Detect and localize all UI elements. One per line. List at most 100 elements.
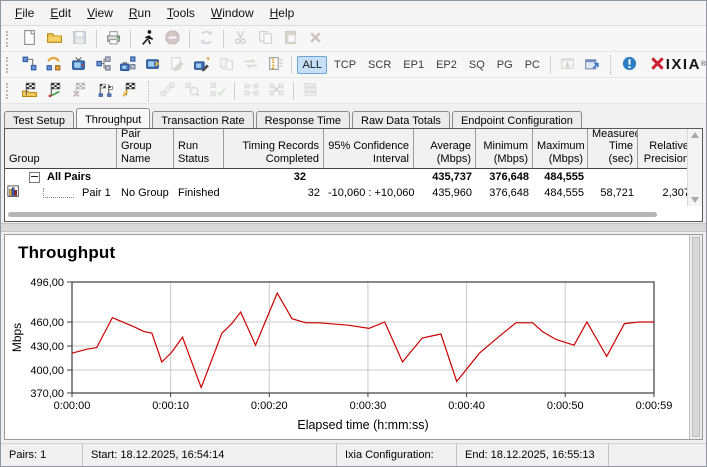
filter-button-all[interactable]: ALL [297, 56, 327, 74]
column-header-minimum[interactable]: Minimum (Mbps) [476, 129, 533, 168]
maximum-cell: 484,555 [533, 171, 588, 183]
y-axis-label: Mbps [10, 323, 24, 352]
filter-button-pc[interactable]: PC [520, 56, 545, 74]
filter-button-ep2[interactable]: EP2 [431, 56, 462, 74]
unlink-pairs-button [264, 80, 289, 102]
column-header-average[interactable]: Average (Mbps) [414, 129, 476, 168]
apply-pair-icon [209, 81, 226, 101]
run-test-man-button[interactable] [135, 28, 160, 50]
status-segment-1: Start: 18.12.2025, 16:54:14 [83, 444, 337, 466]
print-button[interactable] [101, 28, 126, 50]
menu-view[interactable]: View [79, 3, 121, 23]
pane-splitter[interactable] [1, 223, 706, 232]
filter-button-ep1[interactable]: EP1 [398, 56, 429, 74]
table-row-pair-1[interactable]: Pair 1No GroupFinished32-10,060 : +10,06… [5, 185, 702, 201]
export-window-icon [583, 55, 600, 75]
cut-icon [232, 29, 249, 49]
menu-window[interactable]: Window [203, 3, 262, 23]
tab-throughput[interactable]: Throughput [76, 108, 150, 128]
open-folder-icon [46, 29, 63, 49]
new-run-flag-folder-button[interactable] [17, 80, 42, 102]
scrollbar-thumb[interactable] [692, 237, 700, 437]
toolbar-run [1, 78, 706, 104]
column-header-run-status[interactable]: Run Status [174, 129, 224, 168]
menu-edit[interactable]: Edit [42, 3, 79, 23]
abort-test-flag-button [67, 80, 92, 102]
collapse-group-icon[interactable] [29, 172, 40, 183]
save-icon [71, 29, 88, 49]
add-pair-button[interactable] [17, 54, 42, 76]
compare-results-button[interactable] [92, 80, 117, 102]
column-header-pair-group[interactable]: Pair Group Name [117, 129, 174, 168]
add-video-multicast-button[interactable] [115, 54, 140, 76]
tab-test-setup[interactable]: Test Setup [4, 111, 74, 129]
status-bar: Pairs: 1Start: 18.12.2025, 16:54:14Ixia … [1, 443, 706, 466]
run-test-flag-button[interactable] [42, 80, 67, 102]
schedule-runs-icon [121, 81, 138, 101]
compare-results-icon [96, 81, 113, 101]
abort-test-flag-icon [71, 81, 88, 101]
filter-button-tcp[interactable]: TCP [329, 56, 361, 74]
scroll-down-icon[interactable] [691, 197, 699, 203]
new-run-flag-folder-icon [21, 81, 38, 101]
print-icon [105, 29, 122, 49]
toolbar-separator [610, 55, 611, 75]
table-vertical-scrollbar[interactable] [687, 129, 702, 206]
toolbar-grip[interactable] [6, 83, 11, 99]
column-header-group[interactable]: Group [5, 129, 117, 168]
import-window-icon [559, 55, 576, 75]
filter-button-pg[interactable]: PG [492, 56, 518, 74]
x-tick-label: 0:00:50 [547, 400, 584, 412]
table-row-all-pairs[interactable]: All Pairs32435,737376,648484,555 [5, 169, 702, 185]
relative-precision-cell: 2,307 [638, 187, 694, 199]
menu-file[interactable]: File [7, 3, 42, 23]
menu-run[interactable]: Run [121, 3, 159, 23]
view-pair-icon [184, 81, 201, 101]
tab-endpoint-configuration[interactable]: Endpoint Configuration [452, 111, 582, 129]
add-video-pair-button[interactable] [66, 54, 91, 76]
toolbar-grip[interactable] [6, 31, 11, 47]
toolbar-separator [148, 81, 149, 101]
poll-endpoints-button [155, 80, 180, 102]
add-voip-pair-button[interactable] [42, 54, 67, 76]
new-document-button[interactable] [17, 28, 42, 50]
scroll-up-icon[interactable] [691, 132, 699, 138]
column-header-timing-records[interactable]: Timing Records Completed [224, 129, 324, 168]
filter-button-scr[interactable]: SCR [363, 56, 396, 74]
filter-button-sq[interactable]: SQ [464, 56, 490, 74]
toolbar-separator [293, 82, 294, 100]
column-header-measured[interactable]: Measured Time (sec) [588, 129, 638, 168]
column-header-relative[interactable]: Relative Precision [638, 129, 694, 168]
add-multicast-group-button[interactable] [91, 54, 116, 76]
paste-icon [282, 29, 299, 49]
menu-tools[interactable]: Tools [159, 3, 203, 23]
group-label: All Pairs [47, 171, 91, 183]
column-header-95-confidence[interactable]: 95% Confidence Interval [324, 129, 414, 168]
menu-help[interactable]: Help [262, 3, 303, 23]
run-status-cell: Finished [174, 187, 224, 199]
open-folder-button[interactable] [42, 28, 67, 50]
x-tick-label: 0:00:00 [54, 400, 91, 412]
tree-branch [43, 188, 74, 198]
svg-text:2: 2 [271, 64, 275, 71]
registered-mark: ® [701, 61, 706, 68]
export-window-button[interactable] [580, 54, 605, 76]
table-horizontal-scrollbar[interactable] [8, 210, 684, 219]
column-header-maximum[interactable]: Maximum (Mbps) [533, 129, 588, 168]
scrollbar-thumb[interactable] [8, 212, 657, 217]
schedule-runs-button[interactable] [117, 80, 142, 102]
average-cell: 435,737 [414, 171, 476, 183]
renumber-pairs-button[interactable]: 12 [263, 54, 288, 76]
edit-video-pair-button[interactable] [189, 54, 214, 76]
add-video-multicast-icon [119, 55, 136, 75]
ixchariot-window: FileEditViewRunToolsWindowHelp 12ALLTCPS… [0, 0, 707, 467]
info-button[interactable] [617, 54, 642, 76]
tab-transaction-rate[interactable]: Transaction Rate [152, 111, 253, 129]
tab-response-time[interactable]: Response Time [256, 111, 350, 129]
add-hardware-video-button[interactable] [140, 54, 165, 76]
toolbar-grip[interactable] [6, 57, 11, 73]
status-segment-2: Ixia Configuration: [337, 444, 457, 466]
measured-time-cell: 58,721 [588, 187, 638, 199]
chart-vertical-scrollbar[interactable] [689, 235, 702, 439]
tab-raw-data-totals[interactable]: Raw Data Totals [352, 111, 450, 129]
